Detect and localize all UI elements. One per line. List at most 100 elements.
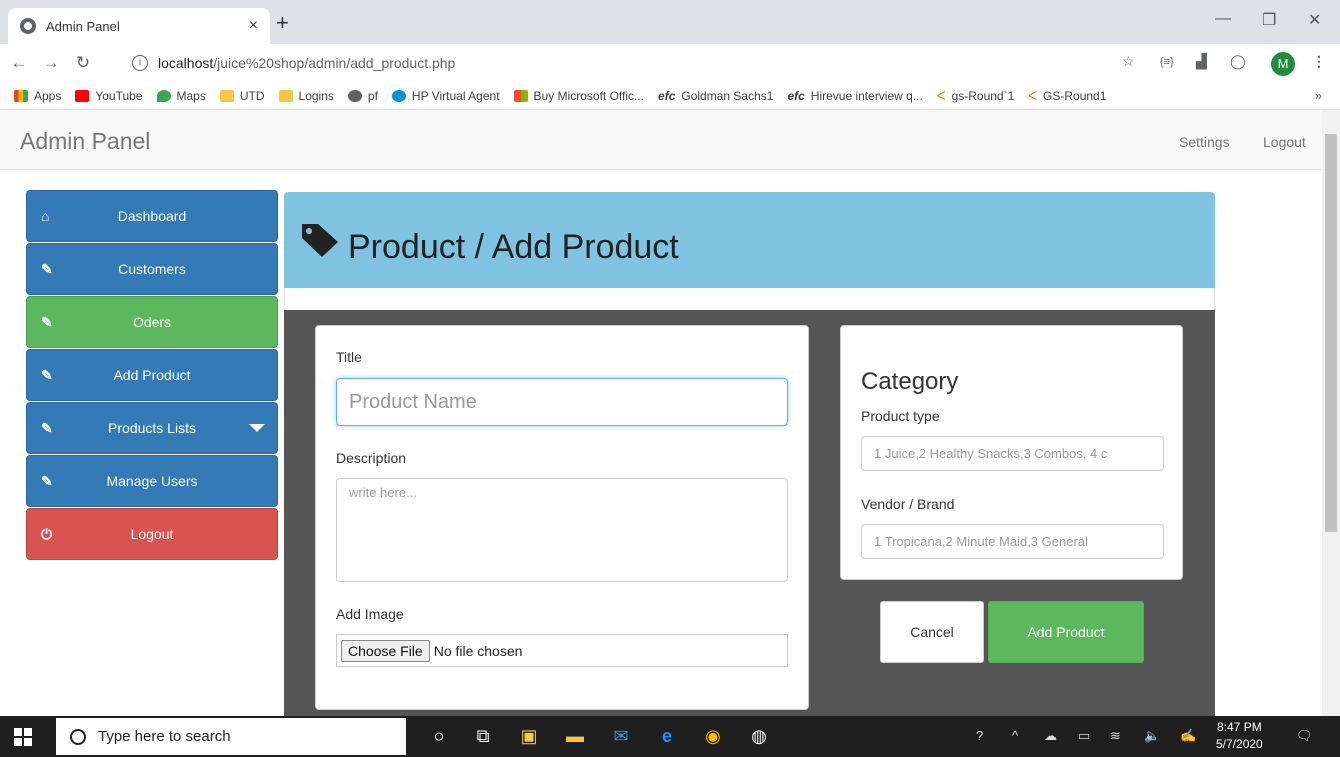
- bookmark-maps[interactable]: Maps: [156, 89, 206, 103]
- vendor-input[interactable]: 1 Tropicana,2 Minute Maid,3 General: [861, 524, 1164, 559]
- address-bar[interactable]: i localhost/juice%20shop/admin/add_produ…: [120, 49, 1150, 77]
- extension-icon[interactable]: {≡}: [1160, 56, 1174, 68]
- home-icon: ⌂: [41, 208, 50, 224]
- pen-icon[interactable]: ✍: [1180, 728, 1196, 744]
- image-file-input[interactable]: Choose File No file chosen: [336, 634, 788, 667]
- chrome-icon[interactable]: ◉: [698, 726, 728, 747]
- star-icon[interactable]: ☆: [1122, 53, 1135, 70]
- menu-icon[interactable]: ⋮: [1312, 53, 1326, 70]
- scrollbar-thumb[interactable]: [1325, 134, 1337, 532]
- sidebar-item-manage-users[interactable]: ✎ Manage Users: [26, 455, 278, 507]
- product-type-label: Product type: [861, 408, 940, 424]
- app-icon[interactable]: ◍: [744, 726, 774, 747]
- back-icon[interactable]: ←: [6, 53, 32, 73]
- hp-icon: [391, 89, 406, 102]
- sidebar-item-customers[interactable]: ✎ Customers: [26, 243, 278, 295]
- page-title: Product / Add Product: [348, 228, 679, 266]
- extension-icon[interactable]: ▟: [1196, 53, 1207, 70]
- bookmarks-more-button[interactable]: »: [1315, 88, 1322, 103]
- mail-icon[interactable]: ✉: [606, 726, 636, 747]
- restore-icon[interactable]: ❐: [1262, 10, 1276, 30]
- page-scrollbar[interactable]: [1322, 110, 1340, 716]
- bookmark-goldman[interactable]: efc Goldman Sachs1: [658, 89, 773, 103]
- choose-file-button[interactable]: Choose File: [341, 639, 430, 662]
- browser-tab[interactable]: Admin Panel ×: [8, 8, 270, 44]
- profile-avatar[interactable]: M: [1271, 52, 1295, 76]
- cortana-icon[interactable]: ○: [424, 726, 454, 747]
- cancel-button[interactable]: Cancel: [880, 601, 984, 663]
- windows-start-icon[interactable]: [14, 728, 32, 746]
- sidebar-item-orders[interactable]: ✎ Oders: [26, 296, 278, 348]
- edit-icon: ✎: [41, 472, 53, 489]
- browser-toolbar: ← → ↻ i localhost/juice%20shop/admin/add…: [0, 44, 1340, 82]
- divider: [284, 288, 1215, 310]
- logout-link[interactable]: Logout: [1263, 134, 1306, 150]
- notifications-icon[interactable]: 🗨: [1296, 728, 1313, 744]
- file-status: No file chosen: [433, 642, 523, 659]
- sidebar: ⌂ Dashboard ✎ Customers ✎ Oders ✎ Add Pr…: [26, 190, 278, 561]
- bookmark-gs-round1[interactable]: ᐸ GS-Round1: [1028, 89, 1106, 103]
- tab-close-button[interactable]: ×: [249, 17, 258, 35]
- new-tab-button[interactable]: +: [276, 12, 289, 34]
- efc-icon: efc: [658, 88, 676, 103]
- edit-icon: ✎: [41, 260, 53, 277]
- bookmark-gs-round[interactable]: ᐸ gs-Round`1: [937, 89, 1014, 103]
- category-heading: Category: [861, 368, 959, 395]
- task-view-icon[interactable]: ⧉: [468, 726, 498, 747]
- minimize-icon[interactable]: —: [1215, 10, 1231, 28]
- taskbar-search[interactable]: Type here to search: [56, 718, 406, 755]
- bookmark-apps[interactable]: Apps: [14, 89, 61, 103]
- bookmark-pf[interactable]: pf: [347, 89, 378, 103]
- edit-icon: ✎: [41, 313, 53, 330]
- help-icon[interactable]: ?: [976, 728, 983, 743]
- navbar-brand[interactable]: Admin Panel: [20, 128, 150, 155]
- sidebar-item-label: Oders: [132, 314, 172, 330]
- sidebar-item-label: Customers: [118, 261, 186, 277]
- cloud-icon[interactable]: ☁: [1044, 728, 1057, 744]
- search-placeholder: Type here to search: [98, 728, 231, 745]
- settings-link[interactable]: Settings: [1179, 134, 1230, 150]
- forward-icon[interactable]: →: [38, 53, 64, 73]
- top-navbar: Admin Panel Settings Logout: [0, 110, 1322, 170]
- bookmark-microsoft[interactable]: Buy Microsoft Offic...: [513, 89, 644, 103]
- extension-icon[interactable]: ◯: [1230, 53, 1246, 70]
- sidebar-item-products-lists[interactable]: ✎ Products Lists: [26, 402, 278, 454]
- edge-icon[interactable]: e: [652, 726, 682, 747]
- apps-icon: [14, 89, 28, 102]
- product-name-input[interactable]: Product Name: [336, 378, 788, 426]
- wifi-icon[interactable]: ≋: [1110, 728, 1121, 744]
- search-icon: [70, 728, 86, 745]
- product-type-input[interactable]: 1 Juice,2 Healthy Snacks,3 Combos, 4 c: [861, 436, 1164, 471]
- folder-icon: [219, 89, 234, 102]
- sidebar-item-label: Add Product: [113, 367, 191, 383]
- sidebar-item-label: Products Lists: [108, 420, 196, 436]
- volume-icon[interactable]: 🔈: [1144, 728, 1160, 744]
- battery-icon[interactable]: ▭: [1078, 728, 1090, 744]
- store-icon[interactable]: ▣: [514, 726, 544, 747]
- bookmark-hirevue[interactable]: efc Hirevue interview q...: [787, 89, 922, 103]
- product-form-card: Title Product Name Description write her…: [315, 325, 809, 710]
- power-icon: ⏻: [41, 525, 53, 542]
- caret-down-icon[interactable]: [249, 424, 265, 432]
- arrow-logo-icon: ᐸ: [936, 88, 946, 103]
- page-header: Product / Add Product: [284, 192, 1215, 288]
- sidebar-item-dashboard[interactable]: ⌂ Dashboard: [26, 190, 278, 242]
- bookmark-logins[interactable]: Logins: [278, 89, 334, 103]
- reload-icon[interactable]: ↻: [70, 53, 96, 73]
- clock[interactable]: 8:47 PM 5/7/2020: [1216, 719, 1263, 753]
- file-explorer-icon[interactable]: ▬: [560, 726, 590, 747]
- close-window-icon[interactable]: ✕: [1308, 10, 1321, 30]
- chevron-up-icon[interactable]: ^: [1012, 728, 1018, 743]
- bookmark-hp[interactable]: HP Virtual Agent: [391, 89, 500, 103]
- bookmark-youtube[interactable]: YouTube: [75, 89, 143, 103]
- sidebar-item-add-product[interactable]: ✎ Add Product: [26, 349, 278, 401]
- add-image-label: Add Image: [336, 606, 404, 622]
- add-product-button[interactable]: Add Product: [988, 601, 1144, 663]
- bookmarks-bar: Apps YouTube Maps UTD Logins pf HP Virtu…: [0, 82, 1340, 110]
- description-textarea[interactable]: write here...: [336, 478, 788, 582]
- folder-icon: [278, 89, 293, 102]
- sidebar-item-logout[interactable]: ⏻ Logout: [26, 508, 278, 560]
- info-icon[interactable]: i: [132, 55, 148, 71]
- arrow-logo-icon: ᐸ: [1028, 88, 1038, 103]
- bookmark-utd[interactable]: UTD: [219, 89, 265, 103]
